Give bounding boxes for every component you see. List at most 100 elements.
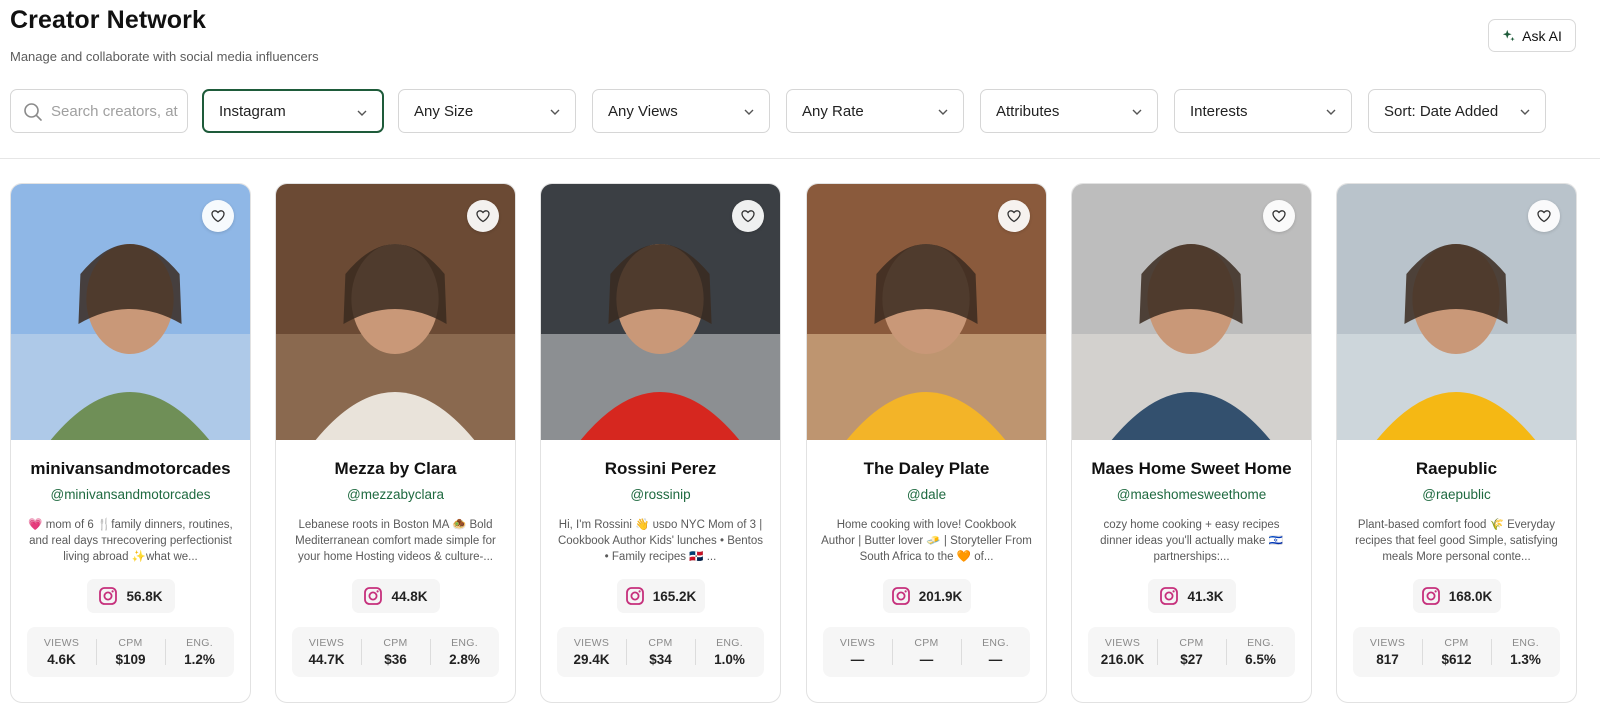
engagement-value: 1.0% [714,652,745,667]
views-stat: VIEWS 29.4K [557,627,626,677]
creator-card[interactable]: Mezza by Clara @mezzabyclara Lebanese ro… [275,183,516,703]
engagement-value: — [988,652,1003,667]
creator-stats: VIEWS 29.4K CPM $34 ENG. 1.0% [557,627,764,677]
chevron-down-icon [1520,109,1530,115]
creator-name: Raepublic [1415,459,1498,478]
engagement-stat: ENG. 1.0% [695,627,764,677]
cpm-stat: CPM $612 [1422,627,1491,677]
rate-select[interactable]: Any Rate [786,89,964,133]
size-select[interactable]: Any Size [398,89,576,133]
creator-handle[interactable]: @minivansandmotorcades [11,487,250,502]
cpm-stat: CPM $34 [626,627,695,677]
creator-stats: VIEWS — CPM — ENG. — [823,627,1030,677]
favorite-button[interactable] [998,200,1030,232]
follower-badge: 44.8K [351,579,440,613]
page-title: Creator Network [10,6,206,34]
views-label: VIEWS [1369,637,1406,649]
instagram-icon [1421,586,1441,606]
ask-ai-button[interactable]: Ask AI [1488,19,1576,52]
creator-card[interactable]: minivansandmotorcades @minivansandmotorc… [10,183,251,703]
creator-handle[interactable]: @dale [807,487,1046,502]
engagement-label: ENG. [716,637,743,649]
creator-handle[interactable]: @maeshomesweethome [1072,487,1311,502]
views-label: VIEWS [43,637,80,649]
favorite-button[interactable] [1263,200,1295,232]
favorite-button[interactable] [732,200,764,232]
engagement-stat: ENG. 1.3% [1491,627,1560,677]
follower-badge: 201.9K [882,579,971,613]
creator-bio: Lebanese roots in Boston MA 🧆 Bold Medit… [295,519,496,563]
follower-badge: 56.8K [86,579,175,613]
cpm-label: CPM [1179,637,1204,649]
views-label: VIEWS [308,637,345,649]
interests-select[interactable]: Interests [1174,89,1352,133]
sort-value: Sort: Date Added [1384,102,1499,120]
creator-name: minivansandmotorcades [30,459,231,478]
cpm-stat: CPM — [892,627,961,677]
creator-stats: VIEWS 44.7K CPM $36 ENG. 2.8% [292,627,499,677]
favorite-button[interactable] [202,200,234,232]
views-value: Any Views [608,102,678,120]
creator-handle[interactable]: @mezzabyclara [276,487,515,502]
creator-bio: cozy home cooking + easy recipes dinner … [1100,519,1283,563]
views-label: VIEWS [573,637,610,649]
creator-name: The Daley Plate [863,459,990,478]
views-stat: VIEWS 817 [1353,627,1422,677]
follower-count: 56.8K [126,588,163,604]
page-subtitle: Manage and collaborate with social media… [10,49,319,64]
chevron-down-icon [550,109,560,115]
creator-bio: Hi, I'm Rossini 👋 ᴜsᴅᴏ NYC Mom of 3 | Co… [557,519,764,563]
creator-photo [11,184,250,440]
engagement-value: 1.3% [1510,652,1541,667]
heart-icon [1271,208,1287,224]
views-value: 44.7K [308,652,345,667]
engagement-label: ENG. [1512,637,1539,649]
views-value: 29.4K [573,652,610,667]
search-input[interactable] [51,102,181,120]
instagram-icon [625,586,645,606]
instagram-icon [363,586,383,606]
platform-select[interactable]: Instagram [202,89,384,133]
sort-select[interactable]: Sort: Date Added [1368,89,1546,133]
creator-handle[interactable]: @raepublic [1337,487,1576,502]
creator-photo [1337,184,1576,440]
engagement-label: ENG. [982,637,1009,649]
cpm-label: CPM [648,637,673,649]
heart-icon [1536,208,1552,224]
follower-count: 168.0K [1448,588,1493,604]
creator-photo [807,184,1046,440]
attributes-select[interactable]: Attributes [980,89,1158,133]
creator-photo [541,184,780,440]
cpm-label: CPM [914,637,939,649]
favorite-button[interactable] [467,200,499,232]
views-select[interactable]: Any Views [592,89,770,133]
favorite-button[interactable] [1528,200,1560,232]
follower-count: 44.8K [391,588,428,604]
creator-handle[interactable]: @rossinip [541,487,780,502]
creator-name: Maes Home Sweet Home [1091,459,1292,478]
views-stat: VIEWS 44.7K [292,627,361,677]
follower-badge: 168.0K [1412,579,1501,613]
creator-name: Rossini Perez [604,459,717,478]
views-label: VIEWS [839,637,876,649]
follower-badge: 41.3K [1147,579,1236,613]
divider [0,158,1600,159]
chevron-down-icon [938,109,948,115]
search-icon [24,103,42,121]
creator-card[interactable]: The Daley Plate @dale Home cooking with … [806,183,1047,703]
creator-bio: 💗 mom of 6 🍴family dinners, routines, an… [28,519,233,563]
cpm-stat: CPM $36 [361,627,430,677]
heart-icon [1006,208,1022,224]
creator-card[interactable]: Rossini Perez @rossinip Hi, I'm Rossini … [540,183,781,703]
views-stat: VIEWS — [823,627,892,677]
creator-card[interactable]: Raepublic @raepublic Plant-based comfort… [1336,183,1577,703]
engagement-stat: ENG. 2.8% [430,627,499,677]
creator-card[interactable]: Maes Home Sweet Home @maeshomesweethome … [1071,183,1312,703]
engagement-value: 1.2% [184,652,215,667]
engagement-label: ENG. [1247,637,1274,649]
cpm-value: $612 [1441,652,1472,667]
follower-badge: 165.2K [616,579,705,613]
engagement-stat: ENG. 1.2% [165,627,234,677]
search-box[interactable] [10,89,188,133]
heart-icon [475,208,491,224]
